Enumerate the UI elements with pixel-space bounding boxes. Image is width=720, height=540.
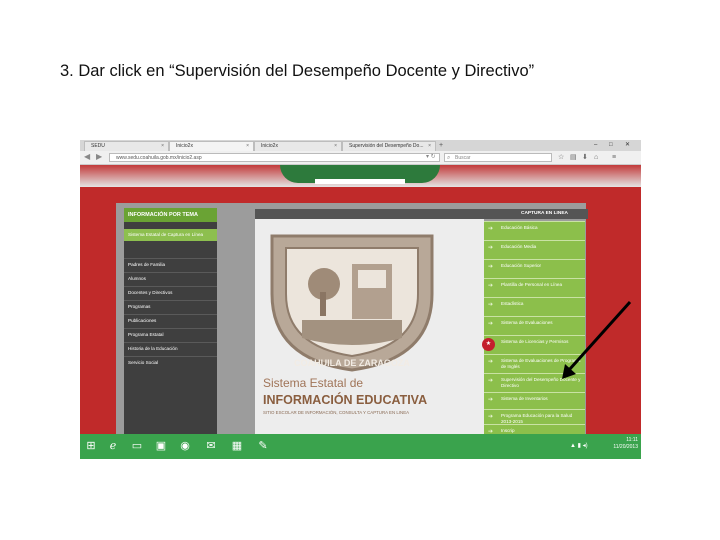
menu-item-plantilla[interactable]: ➔ Plantilla de Personal en Línea [484, 278, 585, 297]
back-icon[interactable]: ◀ [84, 152, 90, 162]
sidebar-item-alumnos[interactable]: Alumnos [124, 272, 217, 284]
close-window-button[interactable]: ✕ [625, 140, 630, 150]
menu-item-educacion-media[interactable]: ➔ Educación Media [484, 240, 585, 259]
windows-taskbar: ⊞ ℯ ▭ ▣ ◉ ✉ ▦ ✎ ▲ ▮ ◂) 11:11 11/20/2013 [80, 434, 641, 459]
menu-item-inscripciones[interactable]: ➔ Inscrip [484, 424, 585, 435]
menu-item-educacion-superior[interactable]: ➔ Educación Superior [484, 259, 585, 278]
ie-icon[interactable]: ℯ [106, 439, 120, 453]
brand-line-1: Sistema Estatal de [263, 376, 364, 390]
arrow-icon: ➔ [488, 397, 494, 403]
store-icon[interactable]: ▣ [154, 439, 168, 453]
search-icon: ⌕ [447, 155, 451, 161]
tab-close-icon[interactable]: × [161, 142, 164, 151]
menu-item-licencias[interactable]: ★ Sistema de Licencias y Permisos [482, 335, 585, 354]
paint-icon[interactable]: ✎ [256, 439, 270, 453]
menu-item-supervision[interactable]: ➔ Supervisión del Desempeño Docente y Dir… [484, 373, 585, 392]
tab-close-icon[interactable]: × [246, 142, 249, 151]
file-explorer-icon[interactable]: ▭ [130, 439, 144, 453]
screenshot: SEDU × Inicio2x × Inicio2x × Supervisión de… [80, 140, 641, 459]
brand-line-2: INFORMACIÓN EDUCATIVA [263, 393, 428, 407]
sidebar-item-programas[interactable]: Programas [124, 300, 217, 312]
url-field[interactable]: www.sedu.coahuila.gob.mx/inicio2.asp [109, 153, 440, 162]
tab-close-icon[interactable]: × [428, 142, 431, 151]
captura-menu: ➔ Educación Básica ➔ Educación Media ➔ Educ… [482, 221, 585, 435]
tab-close-icon[interactable]: × [334, 142, 337, 151]
star-icon[interactable]: ☆ [558, 153, 564, 162]
sidebar-item-historia[interactable]: Historia de la Educación [124, 342, 217, 354]
download-icon[interactable]: ⬇ [582, 153, 588, 162]
arrow-icon: ➔ [488, 378, 494, 384]
arrow-icon: ➔ [488, 226, 494, 232]
maximize-button[interactable]: □ [609, 140, 613, 150]
web-page: INFORMACIÓN POR TEMA Sistema Estatal de … [80, 165, 641, 435]
bookmark-icon[interactable]: ▤ [570, 153, 577, 162]
tab-inicio-2[interactable]: Inicio2x × [254, 141, 342, 151]
arrow-icon: ➔ [488, 264, 494, 270]
arrow-icon: ➔ [488, 359, 494, 365]
menu-item-educacion-basica[interactable]: ➔ Educación Básica [484, 221, 585, 240]
top-banner [80, 165, 641, 187]
brand-line-3: SITIO ESCOLAR DE INFORMACIÓN, CONSULTA Y… [263, 410, 410, 415]
new-tab-button[interactable]: + [439, 141, 443, 150]
sidebar-item-captura[interactable]: Sistema Estatal de Captura en Línea [124, 229, 217, 241]
arrow-icon: ➔ [488, 321, 494, 327]
sidebar-heading: INFORMACIÓN POR TEMA [124, 208, 217, 222]
powerpoint-icon[interactable]: ▦ [230, 439, 244, 453]
forward-icon[interactable]: ▶ [96, 152, 102, 162]
menu-item-evaluaciones[interactable]: ➔ Sistema de Evaluaciones [484, 316, 585, 335]
captura-header: CAPTURA EN LINEA [521, 211, 568, 216]
mail-icon[interactable]: ✉ [204, 439, 218, 453]
instruction-text: 3. Dar click en “Supervisión del Desempe… [60, 62, 535, 80]
sidebar: INFORMACIÓN POR TEMA Sistema Estatal de … [124, 208, 217, 434]
arrow-icon: ➔ [488, 414, 494, 420]
minimize-button[interactable]: – [594, 140, 597, 150]
tab-inicio-1[interactable]: Inicio2x × [169, 141, 254, 151]
sidebar-item-servicio-social[interactable]: Servicio Social [124, 356, 217, 368]
firefox-icon[interactable]: ◉ [178, 439, 192, 453]
system-tray[interactable]: ▲ ▮ ◂) [570, 442, 588, 449]
arrow-icon: ➔ [488, 302, 494, 308]
hot-badge-icon: ★ [482, 338, 495, 351]
sidebar-item-docentes[interactable]: Docentes y Directivos [124, 286, 217, 298]
arrow-icon: ➔ [488, 283, 494, 289]
arrow-icon: ➔ [488, 245, 494, 251]
menu-item-evaluaciones-ingles[interactable]: ➔ Sistema de Evaluaciones de Programa de … [484, 354, 585, 373]
clock[interactable]: 11:11 11/20/2013 [608, 437, 638, 451]
menu-item-estadistica[interactable]: ➔ Estadística [484, 297, 585, 316]
tab-supervision[interactable]: Supervisión del Desempeño Do... × [342, 141, 436, 151]
reload-icon[interactable]: ▾ ↻ [426, 153, 436, 162]
coahuila-seal-logo: COAHUILA DE ZARAGOZA [270, 234, 434, 372]
home-icon[interactable]: ⌂ [594, 153, 598, 162]
navigation-bar: ◀ ▶ www.sedu.coahuila.gob.mx/inicio2.asp… [80, 151, 641, 165]
seal-text: COAHUILA DE ZARAGOZA [294, 358, 410, 368]
tab-sedu[interactable]: SEDU × [84, 141, 169, 151]
search-input[interactable]: ⌕ Buscar [444, 153, 552, 162]
sidebar-item-programa-estatal[interactable]: Programa Estatal [124, 328, 217, 340]
tab-bar: SEDU × Inicio2x × Inicio2x × Supervisión de… [80, 140, 641, 151]
sidebar-item-padres[interactable]: Padres de Familia [124, 258, 217, 270]
menu-icon[interactable]: ≡ [612, 153, 616, 162]
sidebar-item-publicaciones[interactable]: Publicaciones [124, 314, 217, 326]
windows-icon[interactable]: ⊞ [84, 439, 98, 453]
